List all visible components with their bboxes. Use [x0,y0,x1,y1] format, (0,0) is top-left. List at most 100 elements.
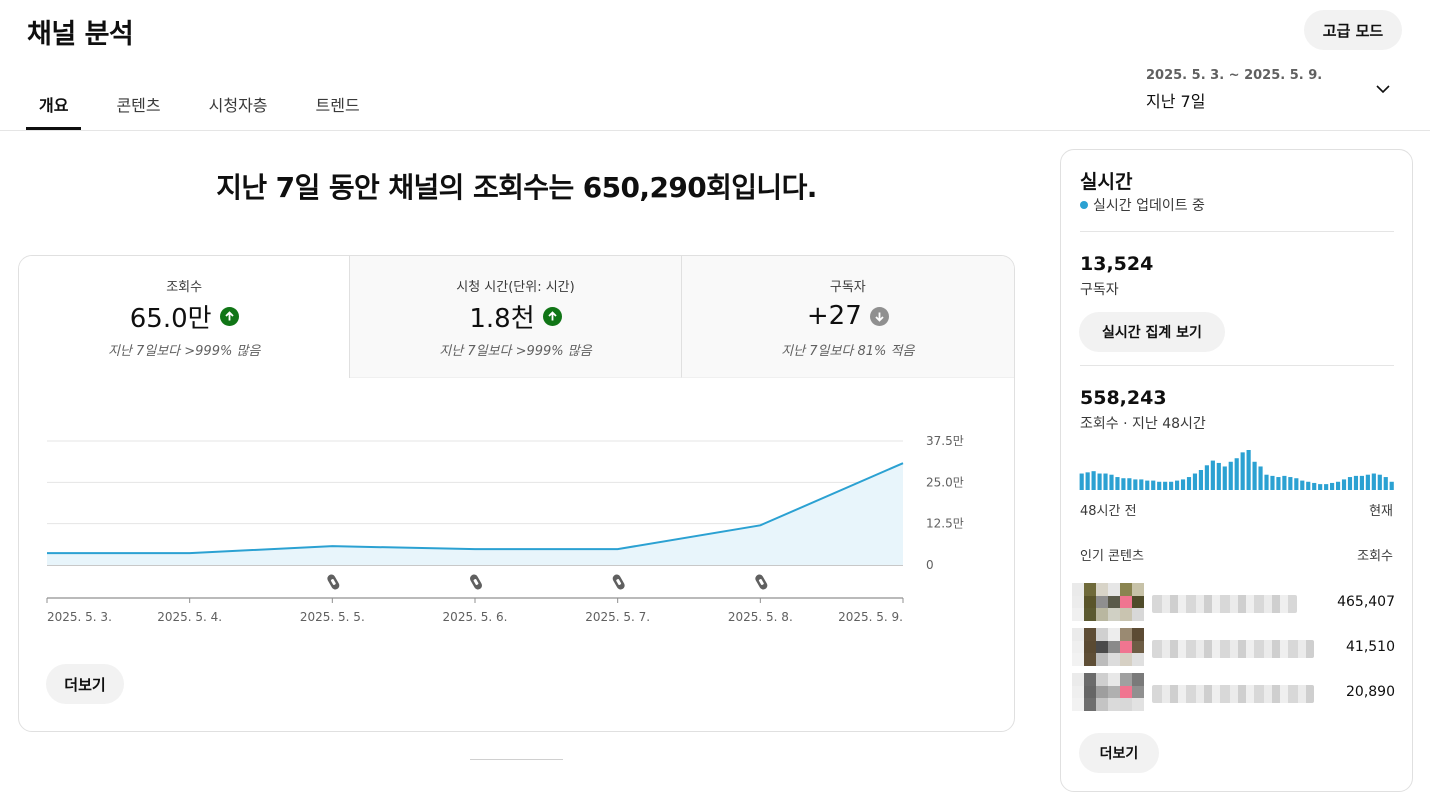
realtime-count-button[interactable]: 실시간 집계 보기 [1079,312,1225,352]
mini-chart-end-label: 현재 [1369,504,1393,519]
mini-bar [1091,471,1096,490]
mini-bar [1300,480,1305,490]
popular-more-button[interactable]: 더보기 [1079,733,1159,773]
mini-bar [1246,450,1251,490]
mini-bar [1318,484,1323,490]
realtime-status: 실시간 업데이트 중 [1080,195,1205,215]
video-thumbnail [1072,628,1144,666]
blurred-video-title [1152,595,1297,613]
mini-bar [1240,452,1245,490]
mini-bar [1163,481,1168,490]
metric-watch-time[interactable]: 시청 시간(단위: 시간) 1.8천 지난 7일보다 >999% 많음 [350,256,682,378]
mini-bar [1139,479,1144,490]
mini-bar [1330,482,1335,490]
shorts-icon [612,574,625,590]
metric-label: 조회수 [166,280,203,295]
metric-value: +27 [806,301,862,331]
tab-content[interactable]: 콘텐츠 [103,76,173,130]
views-chart: 0 12.5만 25.0만 37.5만 2025. 5. 3. 2025. 5. 4. 20… [46,434,964,624]
mini-bar [1324,484,1329,490]
x-tick-label: 2025. 5. 9. [838,610,903,624]
mini-bar [1264,474,1269,490]
mini-bar [1389,481,1394,490]
metric-value: 1.8천 [469,303,535,334]
tab-trends[interactable]: 트렌드 [303,76,373,130]
mini-bar [1121,478,1126,490]
x-tick-label: 2025. 5. 6. [443,610,508,624]
mini-bar [1353,475,1359,490]
realtime-status-text: 실시간 업데이트 중 [1093,198,1205,214]
mini-bar [1169,481,1174,490]
popular-views-heading: 조회수 [1357,549,1393,564]
date-range-label: 지난 7일 [1146,92,1206,111]
tab-audience[interactable]: 시청자층 [196,76,281,130]
popular-item-views: 465,407 [1337,594,1395,610]
mini-bar [1103,473,1108,490]
realtime-panel: 실시간 실시간 업데이트 중 13,524 구독자 실시간 집계 보기 558,… [1060,149,1413,792]
mini-bar [1288,477,1293,490]
mini-bar [1234,458,1239,490]
mini-bar [1180,479,1186,490]
metric-value-row: 1.8천 [350,299,680,334]
overview-card: 조회수 65.0만 지난 7일보다 >999% 많음 시청 시간(단위: 시간)… [18,255,1015,732]
more-button[interactable]: 더보기 [46,664,124,704]
date-range-dates: 2025. 5. 3. ~ 2025. 5. 9. [1146,68,1323,83]
mini-bar [1151,480,1156,490]
x-tick-label: 2025. 5. 8. [728,610,793,624]
mini-bar [1312,482,1317,490]
shorts-icon [327,574,340,590]
mini-bar [1347,477,1353,490]
y-tick-label: 12.5만 [926,517,964,531]
metric-views[interactable]: 조회수 65.0만 지난 7일보다 >999% 많음 [19,256,351,378]
metric-value-row: 65.0만 [19,299,349,334]
x-tick-label: 2025. 5. 3. [47,610,112,624]
popular-item[interactable]: 465,407 [1072,583,1395,621]
tab-overview[interactable]: 개요 [26,76,82,130]
mini-bar [1216,462,1221,490]
popular-content-heading: 인기 콘텐츠 [1080,549,1144,564]
headline: 지난 7일 동안 채널의 조회수는 650,290회입니다. [216,171,817,204]
mini-bar [1174,480,1180,490]
metric-sub: 지난 7일보다 >999% 많음 [107,344,261,359]
metric-sub: 지난 7일보다 81% 적음 [781,344,915,359]
metric-subscribers[interactable]: 구독자 +27 지난 7일보다 81% 적음 [681,256,1014,378]
x-tick-label: 2025. 5. 7. [585,610,650,624]
divider [1080,231,1394,232]
video-thumbnail [1072,673,1144,711]
shorts-icon [470,574,482,590]
date-range-picker[interactable]: 2025. 5. 3. ~ 2025. 5. 9. 지난 7일 [1146,68,1396,116]
mini-chart-start-label: 48시간 전 [1080,504,1137,519]
mini-bar [1109,474,1114,490]
advanced-mode-button[interactable]: 고급 모드 [1304,10,1402,50]
mini-bar [1157,481,1162,490]
mini-bar [1252,461,1257,490]
mini-bar [1127,478,1132,490]
blurred-video-title [1152,685,1314,703]
mini-bar [1186,477,1192,490]
realtime-title: 실시간 [1080,171,1133,193]
mini-bar [1282,475,1287,490]
metric-value-row: +27 [682,299,1014,333]
metric-value: 65.0만 [129,303,212,334]
mini-bar [1270,475,1275,490]
arrow-up-icon [542,306,562,326]
popular-item[interactable]: 41,510 [1072,628,1395,666]
mini-bar [1371,473,1376,490]
popular-item[interactable]: 20,890 [1072,673,1395,711]
subscriber-count: 13,524 [1080,253,1154,275]
divider [1080,525,1394,526]
arrow-down-icon [869,306,889,326]
views-48h-chart [1079,450,1394,490]
mini-bar [1085,472,1090,490]
popular-item-views: 20,890 [1346,684,1395,700]
header-divider [0,130,1430,131]
mini-bar [1276,477,1281,490]
mini-bar [1145,480,1150,490]
mini-bar [1204,465,1209,490]
video-thumbnail [1072,583,1144,621]
mini-bar [1377,474,1382,490]
mini-bar [1198,470,1204,490]
arrow-up-icon [219,306,239,326]
mini-bar [1258,466,1263,490]
y-tick-label: 37.5만 [926,434,964,448]
